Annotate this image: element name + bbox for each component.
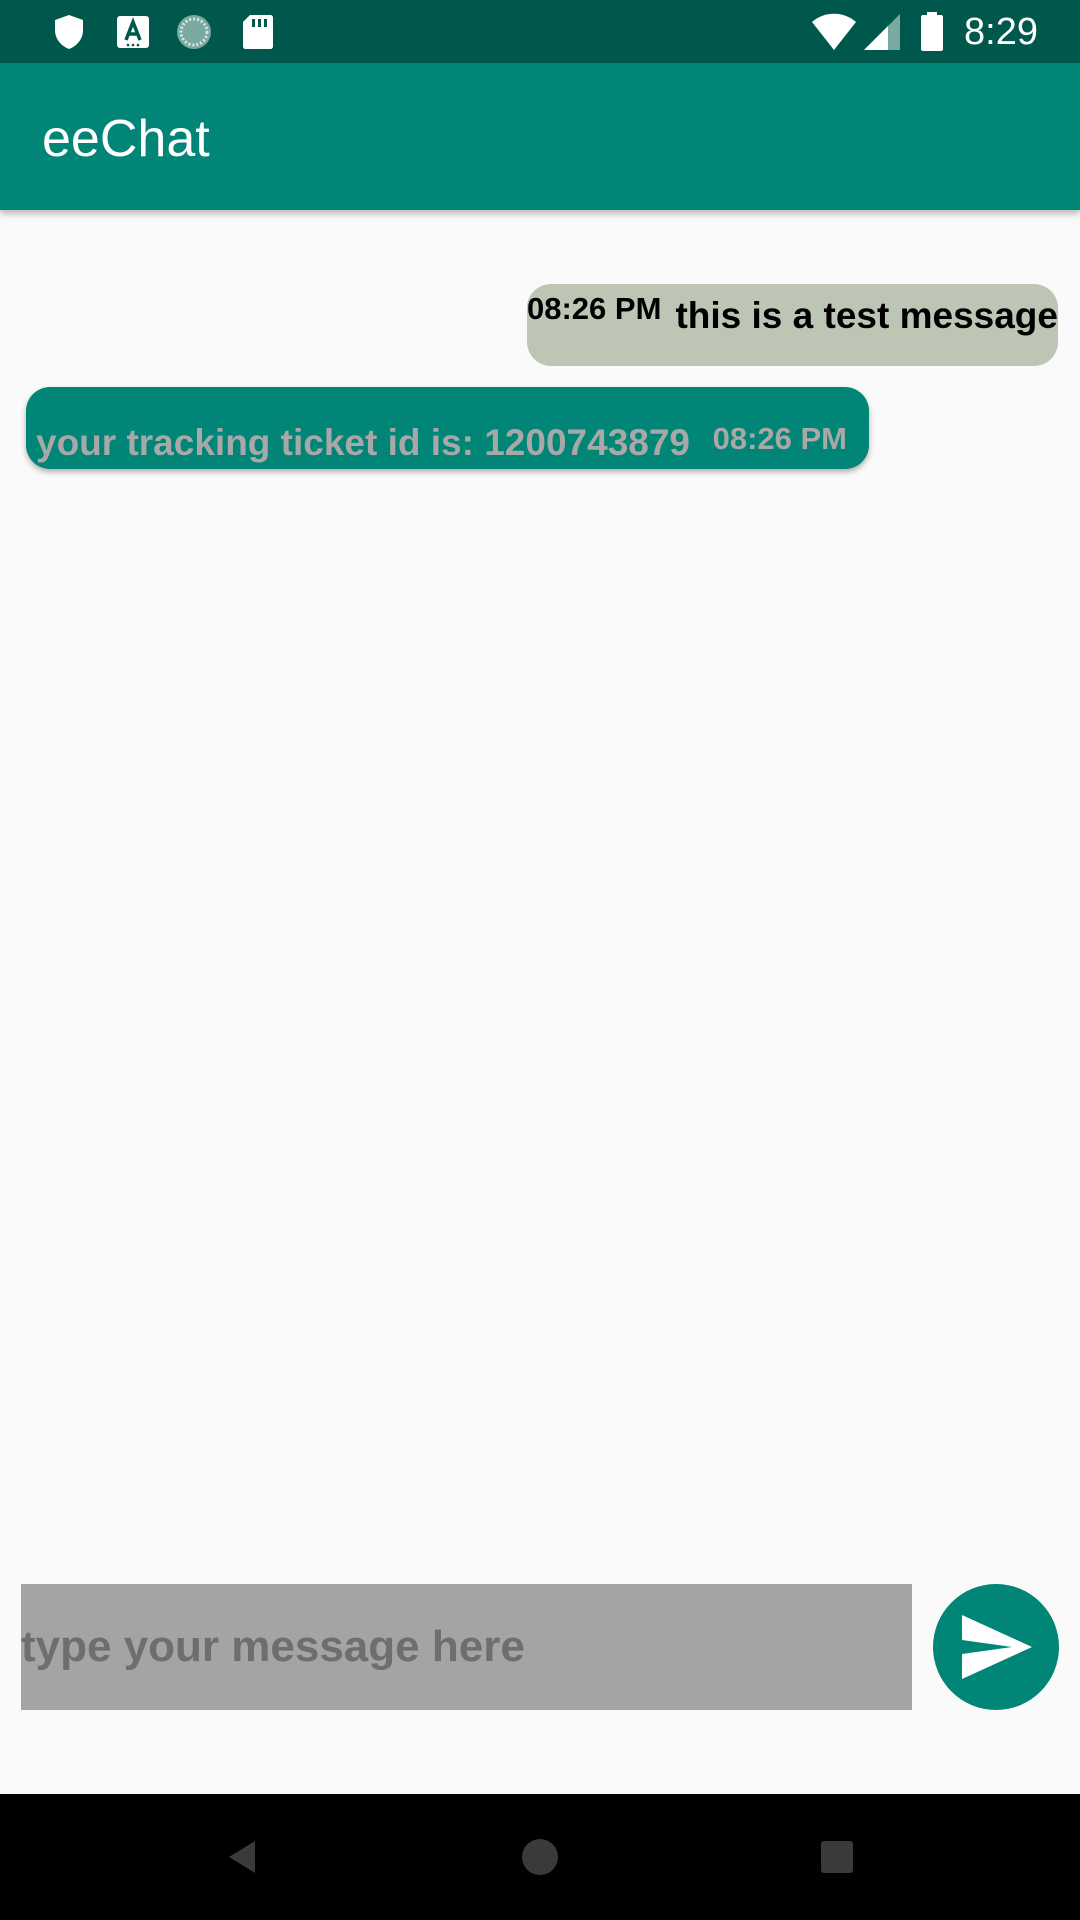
status-bar: 8:29 [0,0,1080,63]
home-icon [522,1839,558,1875]
status-time: 8:29 [964,11,1038,53]
back-button[interactable] [215,1829,271,1885]
font-a-icon [113,12,153,52]
back-icon [229,1841,255,1873]
message-time: 08:26 PM [712,421,847,456]
received-message-bubble[interactable]: your tracking ticket id is: 1200743879 0… [26,387,869,469]
send-button[interactable] [933,1584,1059,1710]
sync-circle-icon [174,12,214,52]
shield-icon [49,12,89,52]
message-list[interactable]: 08:26 PM this is a test message your tra… [0,210,1080,1570]
cell-signal-icon [862,12,902,52]
app-title: eeChat [42,110,210,168]
sent-message-bubble[interactable]: 08:26 PM this is a test message [527,284,1058,366]
chat-screen: 8:29 eeChat 08:26 PM this is a test mess… [0,0,1080,1920]
recents-icon [821,1841,853,1873]
battery-icon [918,12,948,52]
message-text: your tracking ticket id is: 1200743879 [36,422,691,463]
app-bar: eeChat [0,63,1080,210]
message-time: 08:26 PM [527,291,662,326]
message-text: this is a test message [675,295,1058,336]
home-button[interactable] [512,1829,568,1885]
send-icon [962,1615,1032,1679]
recents-button[interactable] [809,1829,865,1885]
wifi-icon [810,12,858,52]
navigation-bar [0,1794,1080,1920]
sd-card-icon [238,12,278,52]
message-input[interactable] [21,1584,912,1710]
